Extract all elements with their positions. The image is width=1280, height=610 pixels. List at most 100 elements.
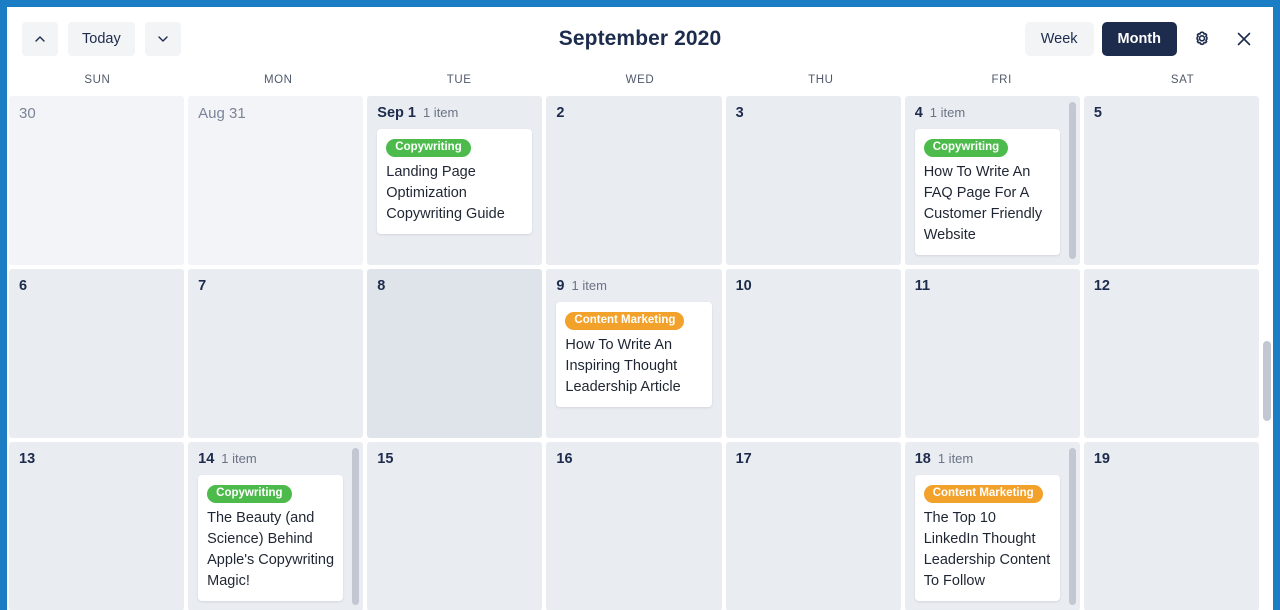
event-category-badge: Content Marketing <box>565 312 685 330</box>
day-header: 14 1 item <box>198 451 353 471</box>
day-cell[interactable]: 13 <box>9 442 185 610</box>
today-button[interactable]: Today <box>68 21 135 56</box>
day-number: 16 <box>556 451 573 467</box>
day-cell[interactable]: 4 1 item Copywriting How To Write An FAQ Pa… <box>904 96 1080 265</box>
day-item-count: 1 item <box>221 451 257 466</box>
day-cell[interactable]: 3 <box>725 96 901 265</box>
day-cell[interactable]: 18 1 item Content Marketing The Top 10 Link… <box>904 442 1080 610</box>
day-header: 8 <box>377 278 532 298</box>
day-header: 30 <box>19 105 174 125</box>
weekday-label-mon: MON <box>263 74 293 86</box>
day-header: 10 <box>736 278 891 298</box>
calendar-week-row: 6 7 8 9 1 item Content Marketing How To Write … <box>7 269 1261 442</box>
event-card-scrollbar[interactable] <box>1068 102 1076 259</box>
day-header: Sep 1 1 item <box>377 105 532 125</box>
calendar-toolbar: Today September 2020 Week Month <box>7 7 1273 70</box>
day-header: Aug 31 <box>198 105 353 125</box>
tab-week-view[interactable]: Week <box>1024 21 1094 56</box>
day-cell[interactable]: 16 <box>546 442 722 610</box>
day-cell[interactable]: 6 <box>9 269 185 438</box>
day-cell[interactable]: 8 <box>367 269 543 438</box>
chevron-down-icon <box>158 35 168 42</box>
calendar-grid: 30 Aug 31 Sep 1 1 item Copywriting Landing Pa… <box>7 96 1273 610</box>
nav-controls: Today <box>22 21 181 56</box>
day-item-count: 1 item <box>422 105 459 120</box>
weekday-label-wed: WED <box>625 74 655 86</box>
day-header: 11 <box>915 278 1070 298</box>
day-header: 7 <box>198 278 353 298</box>
day-header: 18 1 item <box>915 451 1070 471</box>
day-cell[interactable]: 11 <box>904 269 1080 438</box>
day-cell[interactable]: 12 <box>1083 269 1259 438</box>
day-number: 10 <box>735 278 752 294</box>
tab-month-view[interactable]: Month <box>1101 21 1177 56</box>
event-card[interactable]: Content Marketing How To Write An Inspiri… <box>556 302 712 407</box>
day-cell[interactable]: 30 <box>9 96 185 265</box>
event-title: Landing Page Optimization Copywriting Gu… <box>386 164 505 222</box>
gear-icon <box>1196 30 1208 45</box>
day-number: 6 <box>19 278 28 294</box>
event-card[interactable]: Copywriting How To Write An FAQ Page For … <box>914 129 1060 255</box>
event-card-scrollbar[interactable] <box>1068 448 1076 605</box>
day-cell[interactable]: 5 <box>1083 96 1259 265</box>
day-cell[interactable]: 15 <box>367 442 543 610</box>
event-card[interactable]: Content Marketing The Top 10 LinkedIn Tho… <box>914 475 1060 601</box>
day-cell[interactable]: 7 <box>188 269 364 438</box>
day-header: 13 <box>19 451 174 471</box>
day-cell[interactable]: 10 <box>725 269 901 438</box>
day-number: 14 <box>198 451 215 467</box>
day-header: 16 <box>556 451 711 471</box>
weekday-label-sat: SAT <box>1170 74 1195 86</box>
day-cell[interactable]: 19 <box>1083 442 1259 610</box>
page-scrollbar-thumb[interactable] <box>1263 341 1271 421</box>
day-number: 19 <box>1093 451 1110 467</box>
day-number: Aug 31 <box>198 105 246 122</box>
day-header: 5 <box>1094 105 1249 125</box>
settings-button[interactable] <box>1185 22 1219 56</box>
day-number: Sep 1 <box>377 105 416 121</box>
day-cell[interactable]: Aug 31 <box>188 96 364 265</box>
day-header: 17 <box>736 451 891 471</box>
weekday-label-fri: FRI <box>991 74 1012 86</box>
weekday-label-sun: SUN <box>84 74 111 86</box>
day-number: 11 <box>914 278 931 294</box>
day-header: 15 <box>377 451 532 471</box>
event-card-scrollbar[interactable] <box>352 448 360 605</box>
page-scrollbar[interactable] <box>1261 96 1273 610</box>
weekday-header-row: SUN MON TUE WED THU FRI SAT <box>7 70 1273 96</box>
close-button[interactable] <box>1227 22 1261 56</box>
weekday-label-thu: THU <box>808 74 834 86</box>
event-title: The Beauty (and Science) Behind Apple's … <box>207 510 335 589</box>
day-cell[interactable]: Sep 1 1 item Copywriting Landing Page Optim… <box>367 96 543 265</box>
event-category-badge: Content Marketing <box>923 485 1043 503</box>
prev-period-button[interactable] <box>22 21 58 56</box>
event-card[interactable]: Copywriting Landing Page Optimization Cop… <box>377 129 533 234</box>
day-cell[interactable]: 14 1 item Copywriting The Beauty (and Scien… <box>188 442 364 610</box>
day-number: 4 <box>914 105 923 121</box>
day-header: 9 1 item <box>556 278 711 298</box>
day-header: 6 <box>19 278 174 298</box>
day-item-count: 1 item <box>929 105 966 120</box>
calendar-week-row: 13 14 1 item Copywriting The Beauty (and Sci… <box>7 442 1261 610</box>
day-number: 13 <box>19 451 36 467</box>
day-header: 4 1 item <box>915 105 1070 125</box>
event-title: How To Write An Inspiring Thought Leader… <box>565 337 681 395</box>
calendar-week-row: 30 Aug 31 Sep 1 1 item Copywriting Landing Pa… <box>7 96 1261 269</box>
day-number: 15 <box>377 451 394 467</box>
event-card[interactable]: Copywriting The Beauty (and Science) Behi… <box>198 475 344 601</box>
next-period-button[interactable] <box>144 21 181 56</box>
day-number: 2 <box>556 105 565 121</box>
day-cell[interactable]: 17 <box>725 442 901 610</box>
day-number: 3 <box>735 105 744 121</box>
chevron-up-icon <box>35 35 45 42</box>
day-item-count: 1 item <box>571 278 607 293</box>
close-icon <box>1237 32 1251 45</box>
day-number: 30 <box>19 105 36 122</box>
view-controls: Week Month <box>1024 21 1261 56</box>
event-category-badge: Copywriting <box>923 139 1009 157</box>
day-cell[interactable]: 9 1 item Content Marketing How To Write An … <box>546 269 722 438</box>
day-number: 8 <box>377 278 386 294</box>
day-cell[interactable]: 2 <box>546 96 722 265</box>
day-header: 19 <box>1094 451 1249 471</box>
day-number: 7 <box>198 278 207 294</box>
